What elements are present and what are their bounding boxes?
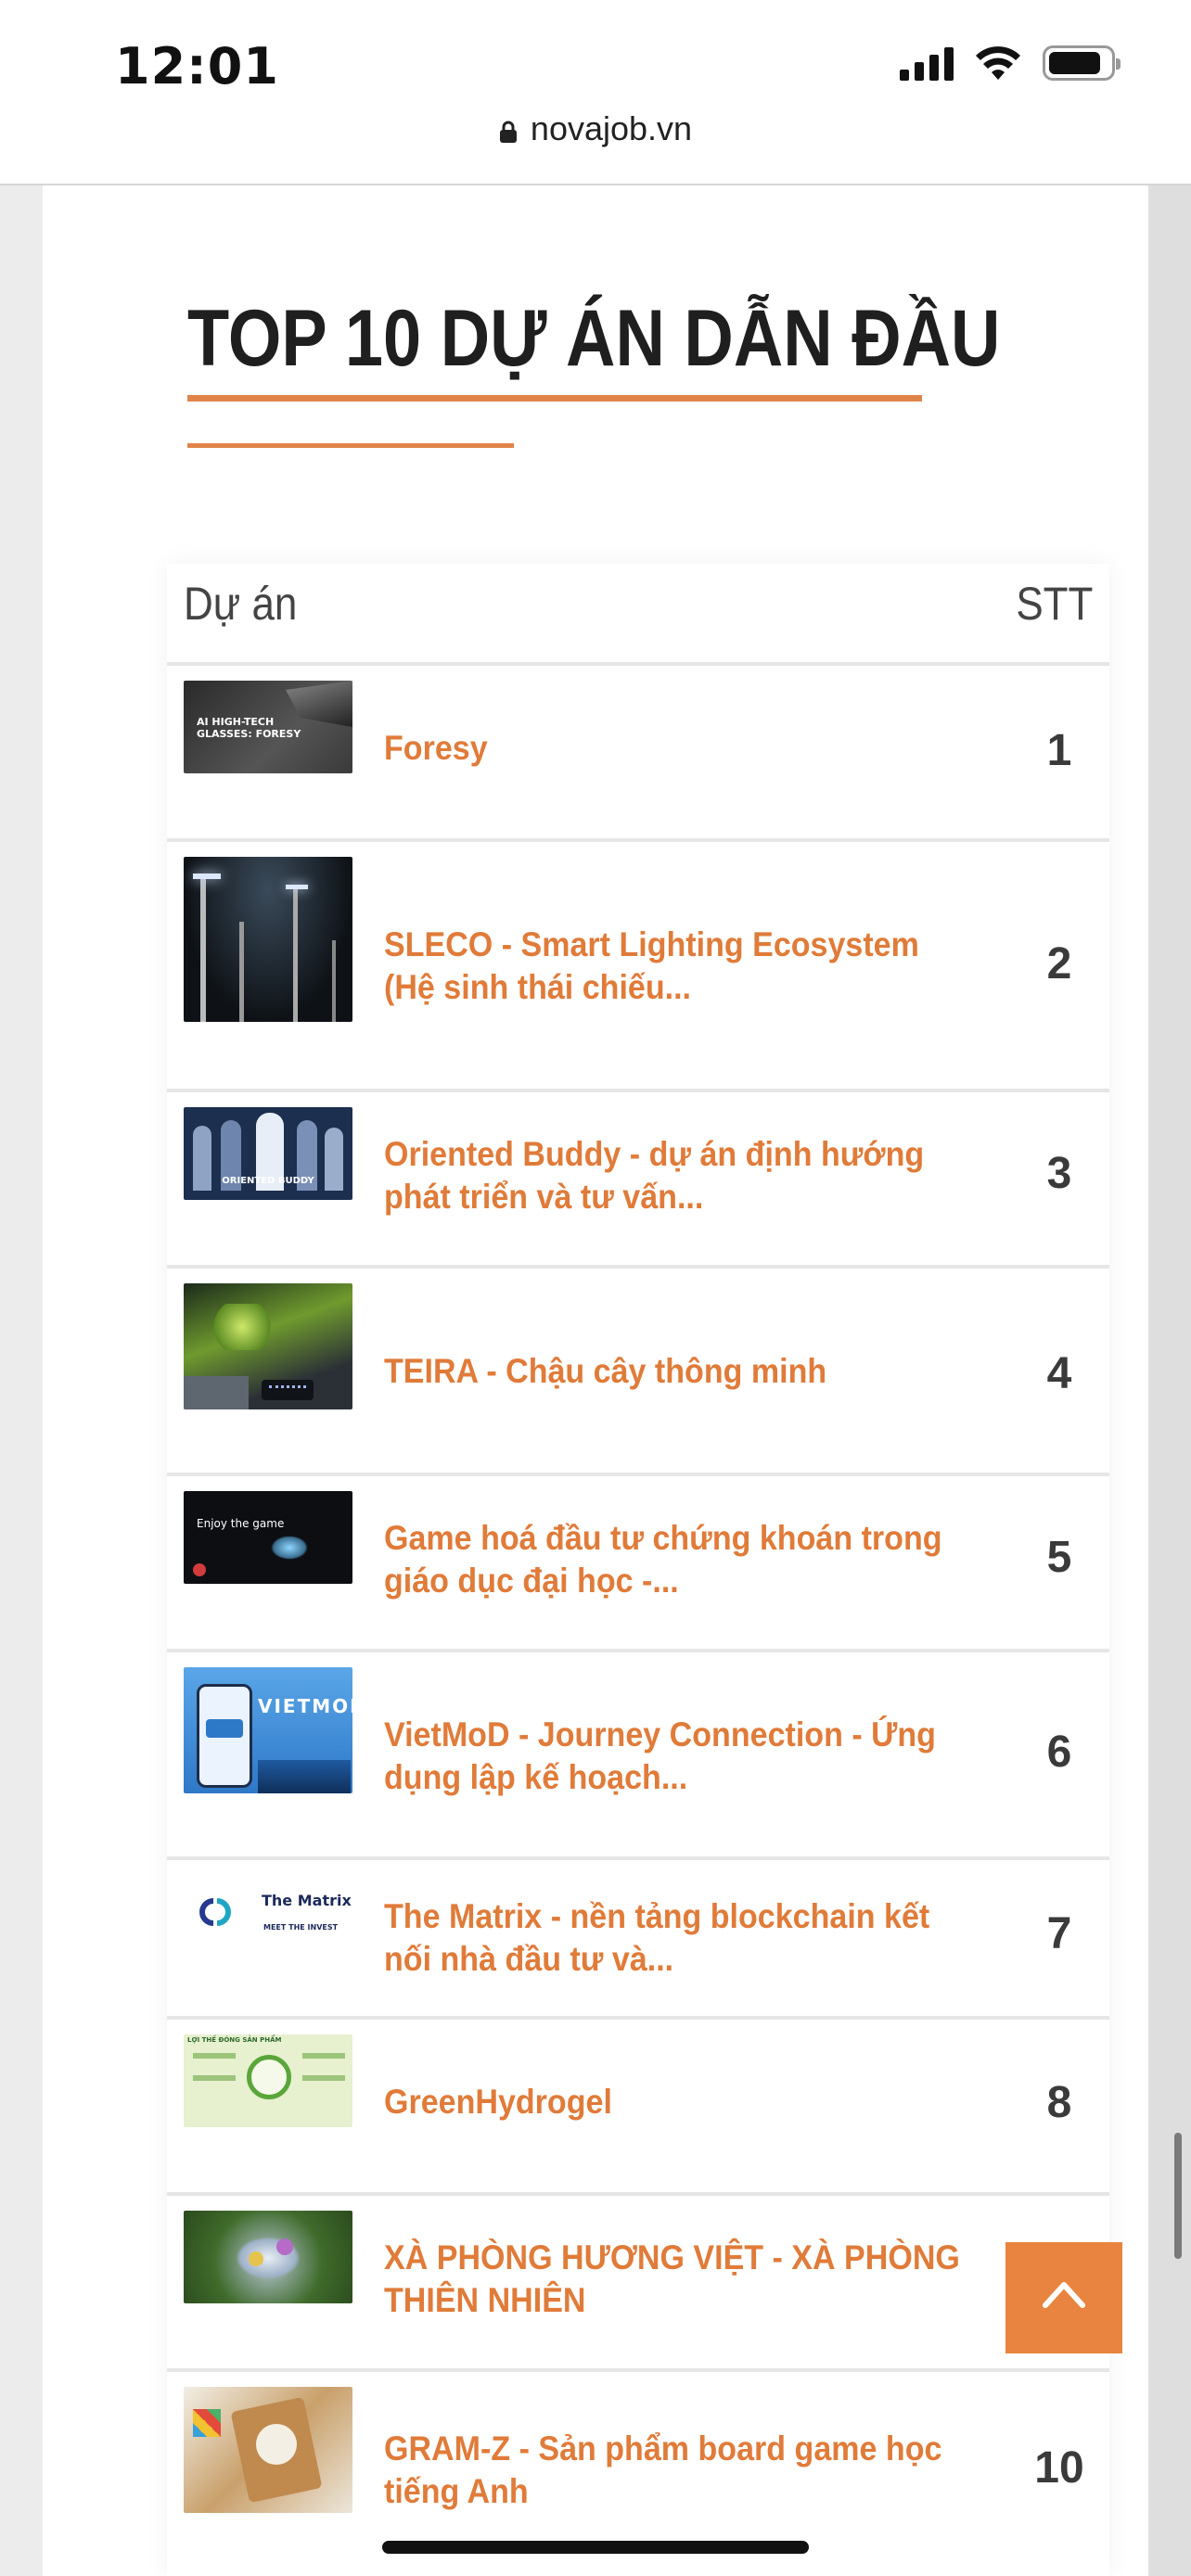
project-rank: 2 (1046, 939, 1072, 988)
project-link[interactable]: Oriented Buddy - dự án định hướng phát t… (384, 1133, 961, 1218)
project-rank: 4 (1046, 1349, 1072, 1398)
content-card: TOP 10 DỰ ÁN DẪN ĐẦU Dự án STT AI HIGH-T… (43, 185, 1148, 2576)
matrix-logo-icon (199, 1898, 231, 1926)
projects-table: Dự án STT AI HIGH-TECH GLASSES: FORESY F… (167, 564, 1109, 2576)
project-link[interactable]: GRAM-Z - Sản phẩm board game học tiếng A… (384, 2428, 961, 2513)
thumbnail-subcaption: MEET THE INVEST (263, 1923, 339, 1932)
cellular-signal-icon (900, 45, 954, 81)
thumbnail-caption: ORIENTED BUDDY (222, 1176, 314, 1186)
table-row[interactable]: Enjoy the game Game hoá đầu tư chứng kho… (167, 1476, 1109, 1652)
title-underline (187, 395, 922, 402)
status-icons (900, 45, 1121, 82)
project-rank: 6 (1046, 1728, 1072, 1777)
project-thumbnail[interactable]: VIETMOD (184, 1667, 352, 1793)
thumbnail-caption: Enjoy the game (197, 1517, 285, 1530)
table-row[interactable]: LỢI THẾ ĐÓNG SẢN PHẨM GreenHydrogel 8 (167, 2020, 1109, 2196)
project-link[interactable]: SLECO - Smart Lighting Ecosystem (Hệ sin… (384, 924, 961, 1009)
title-underline-short (187, 443, 514, 448)
project-thumbnail[interactable] (184, 2211, 352, 2303)
table-row[interactable]: VIETMOD VietMoD - Journey Connection - Ứ… (167, 1652, 1109, 1860)
table-row[interactable]: ORIENTED BUDDY Oriented Buddy - dự án đị… (167, 1092, 1109, 1269)
project-rank: 7 (1046, 1909, 1072, 1958)
status-bar: 12:01 novajob.vn (0, 0, 1191, 185)
project-thumbnail[interactable] (184, 1283, 352, 1409)
project-link[interactable]: Foresy (384, 727, 961, 770)
thumbnail-caption: LỢI THẾ ĐÓNG SẢN PHẨM (187, 2036, 282, 2044)
project-link[interactable]: VietMoD - Journey Connection - Ứng dụng … (384, 1714, 961, 1799)
home-indicator[interactable] (382, 2541, 809, 2554)
project-thumbnail[interactable]: AI HIGH-TECH GLASSES: FORESY (184, 681, 352, 773)
project-rank: 8 (1046, 2078, 1072, 2127)
wifi-icon (976, 46, 1020, 80)
column-header-stt: STT (1015, 578, 1093, 630)
thumbnail-caption: The Matrix (262, 1892, 352, 1909)
project-thumbnail[interactable] (184, 857, 352, 1022)
url-text[interactable]: novajob.vn (531, 109, 692, 147)
project-thumbnail[interactable]: The Matrix MEET THE INVEST (184, 1875, 352, 1968)
scroll-to-top-button[interactable] (1005, 2242, 1122, 2353)
project-rank: 10 (1034, 2443, 1084, 2493)
project-link[interactable]: The Matrix - nền tảng blockchain kết nối… (384, 1895, 961, 1981)
table-row[interactable]: The Matrix MEET THE INVEST The Matrix - … (167, 1860, 1109, 2020)
table-row[interactable]: XÀ PHÒNG HƯƠNG VIỆT - XÀ PHÒNG THIÊN NHI… (167, 2196, 1109, 2372)
project-link[interactable]: GreenHydrogel (384, 2081, 961, 2123)
address-bar[interactable]: novajob.vn (0, 109, 1191, 148)
status-time: 12:01 (115, 37, 279, 96)
project-thumbnail[interactable] (184, 2387, 352, 2513)
table-row[interactable]: AI HIGH-TECH GLASSES: FORESY Foresy 1 (167, 666, 1109, 842)
lock-icon (499, 121, 517, 143)
scrollbar-thumb[interactable] (1174, 2133, 1182, 2259)
project-rank: 5 (1046, 1533, 1072, 1582)
chevron-up-icon (1043, 2282, 1085, 2308)
project-link[interactable]: XÀ PHÒNG HƯƠNG VIỆT - XÀ PHÒNG THIÊN NHI… (384, 2237, 961, 2322)
project-link[interactable]: TEIRA - Chậu cây thông minh (384, 1350, 961, 1393)
project-rank: 3 (1046, 1149, 1072, 1198)
battery-icon (1043, 45, 1121, 81)
table-header: Dự án STT (167, 564, 1109, 666)
project-thumbnail[interactable]: Enjoy the game (184, 1491, 352, 1584)
table-row[interactable]: TEIRA - Chậu cây thông minh 4 (167, 1269, 1109, 1476)
project-rank: 1 (1046, 726, 1072, 775)
section-title: TOP 10 DỰ ÁN DẪN ĐẦU (187, 294, 1001, 383)
thumbnail-caption: VIETMOD (258, 1695, 352, 1717)
project-link[interactable]: Game hoá đầu tư chứng khoán trong giáo d… (384, 1517, 961, 1602)
project-thumbnail[interactable]: LỢI THẾ ĐÓNG SẢN PHẨM (184, 2034, 352, 2127)
project-thumbnail[interactable]: ORIENTED BUDDY (184, 1107, 352, 1200)
thumbnail-caption: AI HIGH-TECH GLASSES: FORESY (197, 716, 301, 740)
table-row[interactable]: SLECO - Smart Lighting Ecosystem (Hệ sin… (167, 842, 1109, 1092)
column-header-project: Dự án (184, 578, 298, 630)
page-gutter (1148, 185, 1191, 2576)
